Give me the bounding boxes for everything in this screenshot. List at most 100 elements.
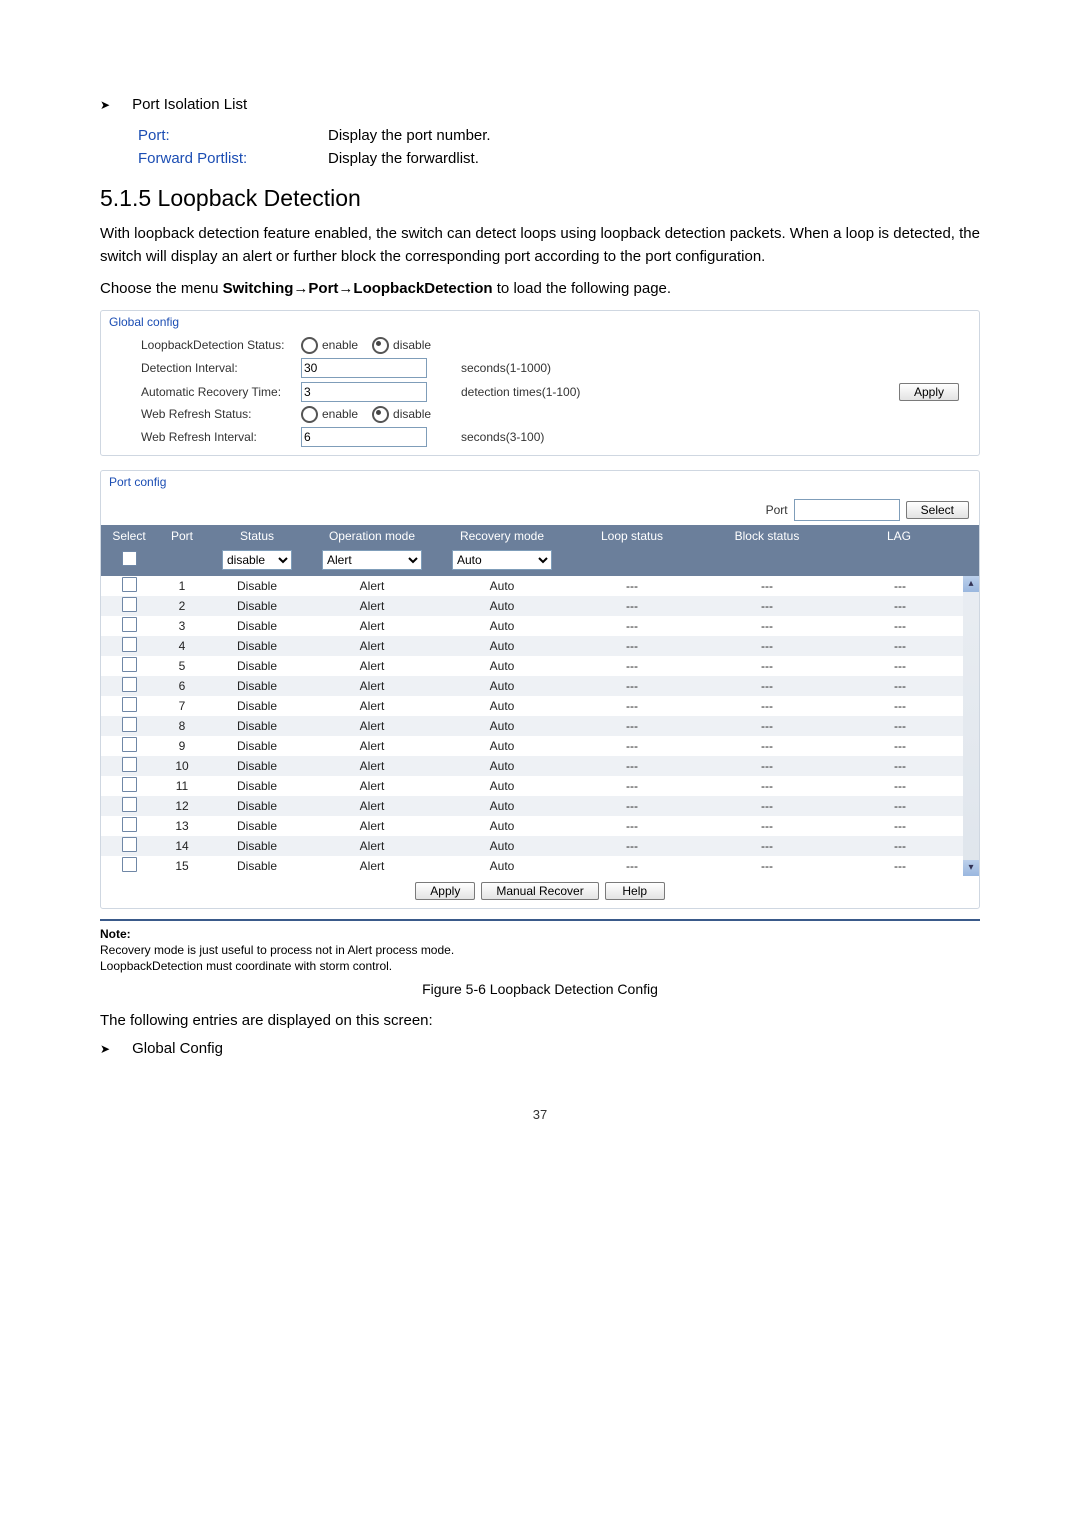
cell-block-status: --- — [697, 699, 837, 713]
table-row: 6DisableAlertAuto--------- — [101, 676, 963, 696]
cell-block-status: --- — [697, 579, 837, 593]
cell-port: 9 — [157, 739, 207, 753]
auto-recovery-hint: detection times(1-100) — [461, 385, 661, 399]
cell-port: 15 — [157, 859, 207, 873]
detection-interval-label: Detection Interval: — [141, 361, 301, 375]
cell-operation-mode: Alert — [307, 739, 437, 753]
row-checkbox[interactable] — [122, 617, 137, 632]
cell-loop-status: --- — [567, 719, 697, 733]
header-lag: LAG — [837, 529, 961, 543]
cell-block-status: --- — [697, 779, 837, 793]
row-checkbox[interactable] — [122, 597, 137, 612]
status-filter-select[interactable]: disable — [222, 550, 292, 570]
select-all-checkbox[interactable] — [122, 551, 137, 566]
header-recovery-mode: Recovery mode — [437, 529, 567, 543]
port-search-input[interactable] — [794, 499, 900, 521]
table-row: 2DisableAlertAuto--------- — [101, 596, 963, 616]
note-line-1: Recovery mode is just useful to process … — [100, 943, 980, 957]
table-row: 14DisableAlertAuto--------- — [101, 836, 963, 856]
scroll-up-icon[interactable]: ▴ — [963, 576, 979, 592]
table-row: 15DisableAlertAuto--------- — [101, 856, 963, 876]
row-checkbox[interactable] — [122, 797, 137, 812]
row-checkbox[interactable] — [122, 577, 137, 592]
cell-operation-mode: Alert — [307, 799, 437, 813]
cell-status: Disable — [207, 839, 307, 853]
global-config-title: Global config — [101, 311, 979, 335]
row-checkbox[interactable] — [122, 837, 137, 852]
cell-block-status: --- — [697, 839, 837, 853]
scroll-down-icon[interactable]: ▾ — [963, 860, 979, 876]
cell-recovery-mode: Auto — [437, 719, 567, 733]
operation-filter-select[interactable]: Alert — [322, 550, 422, 570]
cell-loop-status: --- — [567, 779, 697, 793]
header-operation-mode: Operation mode — [307, 529, 437, 543]
cell-block-status: --- — [697, 799, 837, 813]
port-select-button[interactable]: Select — [906, 501, 969, 519]
enable-text: enable — [322, 407, 358, 421]
cell-status: Disable — [207, 659, 307, 673]
table-scrollbar[interactable]: ▴ ▾ — [963, 576, 979, 876]
cell-block-status: --- — [697, 759, 837, 773]
web-refresh-disable-radio[interactable] — [372, 406, 389, 423]
cell-recovery-mode: Auto — [437, 799, 567, 813]
cell-recovery-mode: Auto — [437, 579, 567, 593]
web-refresh-enable-radio[interactable] — [301, 406, 318, 423]
header-select: Select — [101, 529, 157, 543]
global-apply-button[interactable]: Apply — [899, 383, 959, 401]
enable-text: enable — [322, 338, 358, 352]
table-row: 10DisableAlertAuto--------- — [101, 756, 963, 776]
cell-loop-status: --- — [567, 619, 697, 633]
header-loop-status: Loop status — [567, 529, 697, 543]
row-checkbox[interactable] — [122, 657, 137, 672]
disable-text: disable — [393, 338, 431, 352]
row-checkbox[interactable] — [122, 817, 137, 832]
row-checkbox[interactable] — [122, 637, 137, 652]
cell-lag: --- — [837, 759, 963, 773]
cell-port: 12 — [157, 799, 207, 813]
menu-post: to load the following page. — [493, 280, 671, 297]
web-refresh-interval-input[interactable] — [301, 427, 427, 447]
table-filter-row: disable Alert Auto — [101, 547, 979, 576]
help-button[interactable]: Help — [605, 882, 665, 900]
def-term: Forward Portlist: — [138, 150, 328, 167]
cell-port: 6 — [157, 679, 207, 693]
cell-loop-status: --- — [567, 839, 697, 853]
cell-loop-status: --- — [567, 859, 697, 873]
cell-operation-mode: Alert — [307, 579, 437, 593]
header-status: Status — [207, 529, 307, 543]
cell-loop-status: --- — [567, 659, 697, 673]
cell-block-status: --- — [697, 639, 837, 653]
cell-operation-mode: Alert — [307, 699, 437, 713]
detection-interval-input[interactable] — [301, 358, 427, 378]
cell-recovery-mode: Auto — [437, 599, 567, 613]
row-checkbox[interactable] — [122, 757, 137, 772]
row-checkbox[interactable] — [122, 857, 137, 872]
row-checkbox[interactable] — [122, 677, 137, 692]
table-row: 13DisableAlertAuto--------- — [101, 816, 963, 836]
cell-operation-mode: Alert — [307, 639, 437, 653]
recovery-filter-select[interactable]: Auto — [452, 550, 552, 570]
port-isolation-bullet: ➤ Port Isolation List — [100, 96, 980, 113]
def-port: Port: Display the port number. — [100, 127, 980, 144]
row-checkbox[interactable] — [122, 697, 137, 712]
row-checkbox[interactable] — [122, 717, 137, 732]
cell-operation-mode: Alert — [307, 779, 437, 793]
cell-recovery-mode: Auto — [437, 639, 567, 653]
table-apply-button[interactable]: Apply — [415, 882, 475, 900]
cell-recovery-mode: Auto — [437, 699, 567, 713]
row-checkbox[interactable] — [122, 737, 137, 752]
manual-recover-button[interactable]: Manual Recover — [481, 882, 598, 900]
cell-block-status: --- — [697, 719, 837, 733]
loopback-disable-radio[interactable] — [372, 337, 389, 354]
row-checkbox[interactable] — [122, 777, 137, 792]
cell-block-status: --- — [697, 739, 837, 753]
cell-status: Disable — [207, 679, 307, 693]
auto-recovery-input[interactable] — [301, 382, 427, 402]
loopback-enable-radio[interactable] — [301, 337, 318, 354]
cell-loop-status: --- — [567, 699, 697, 713]
cell-block-status: --- — [697, 599, 837, 613]
cell-port: 7 — [157, 699, 207, 713]
table-row: 12DisableAlertAuto--------- — [101, 796, 963, 816]
cell-port: 14 — [157, 839, 207, 853]
port-topbar: Port Select — [101, 495, 979, 525]
